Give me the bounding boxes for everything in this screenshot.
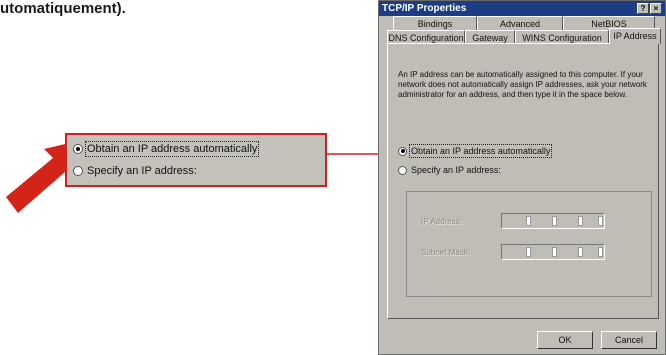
- tab-ip-address[interactable]: IP Address: [609, 28, 661, 44]
- ip-octet-separator: [552, 247, 557, 257]
- ip-address-field[interactable]: [501, 213, 605, 229]
- tab-advanced[interactable]: Advanced: [477, 16, 563, 30]
- caption-text: utomatiquement).: [0, 0, 126, 17]
- ip-address-panel: An IP address can be automatically assig…: [387, 43, 659, 319]
- radio-unselected-icon: [73, 166, 83, 176]
- label-specify-ip: Specify an IP address:: [411, 165, 501, 175]
- ip-octet-separator: [526, 247, 531, 257]
- cancel-button[interactable]: Cancel: [601, 331, 657, 349]
- ip-octet-separator: [526, 216, 531, 226]
- ok-button[interactable]: OK: [537, 331, 593, 349]
- dialog-title: TCP/IP Properties: [382, 3, 467, 14]
- radio-selected-icon: [398, 146, 407, 156]
- dialog-titlebar[interactable]: TCP/IP Properties: [379, 1, 665, 16]
- radio-unselected-icon: [398, 165, 407, 175]
- callout-label-auto: Obtain an IP address automatically: [84, 141, 260, 157]
- radio-specify-ip[interactable]: Specify an IP address:: [398, 165, 501, 175]
- close-button[interactable]: ×: [650, 3, 662, 14]
- ip-octet-separator: [578, 216, 583, 226]
- radio-selected-icon: [73, 144, 83, 154]
- tab-gateway[interactable]: Gateway: [465, 30, 515, 44]
- subnet-mask-field[interactable]: [501, 244, 605, 260]
- specify-ip-group: IP Address: Subnet Mask:: [406, 191, 652, 297]
- ip-octet-separator: [598, 247, 603, 257]
- tab-bindings[interactable]: Bindings: [393, 16, 477, 30]
- ip-address-label: IP Address:: [421, 217, 462, 226]
- tcpip-properties-dialog: TCP/IP Properties ? × Bindings Advanced …: [378, 0, 666, 355]
- ip-octet-separator: [578, 247, 583, 257]
- zoomed-callout: Obtain an IP address automatically Speci…: [65, 133, 327, 187]
- ip-octet-separator: [552, 216, 557, 226]
- callout-radio-specify: Specify an IP address:: [73, 165, 197, 177]
- ip-octet-separator: [598, 216, 603, 226]
- tab-wins-configuration[interactable]: WINS Configuration: [515, 30, 609, 44]
- radio-obtain-automatically[interactable]: Obtain an IP address automatically: [398, 144, 553, 158]
- callout-label-specify: Specify an IP address:: [87, 165, 197, 177]
- label-obtain-automatically: Obtain an IP address automatically: [408, 144, 553, 158]
- help-button[interactable]: ?: [637, 3, 649, 14]
- subnet-mask-label: Subnet Mask:: [421, 248, 470, 257]
- callout-radio-auto: Obtain an IP address automatically: [73, 141, 260, 157]
- description-text: An IP address can be automatically assig…: [398, 70, 647, 99]
- tab-dns-configuration[interactable]: DNS Configuration: [387, 30, 465, 44]
